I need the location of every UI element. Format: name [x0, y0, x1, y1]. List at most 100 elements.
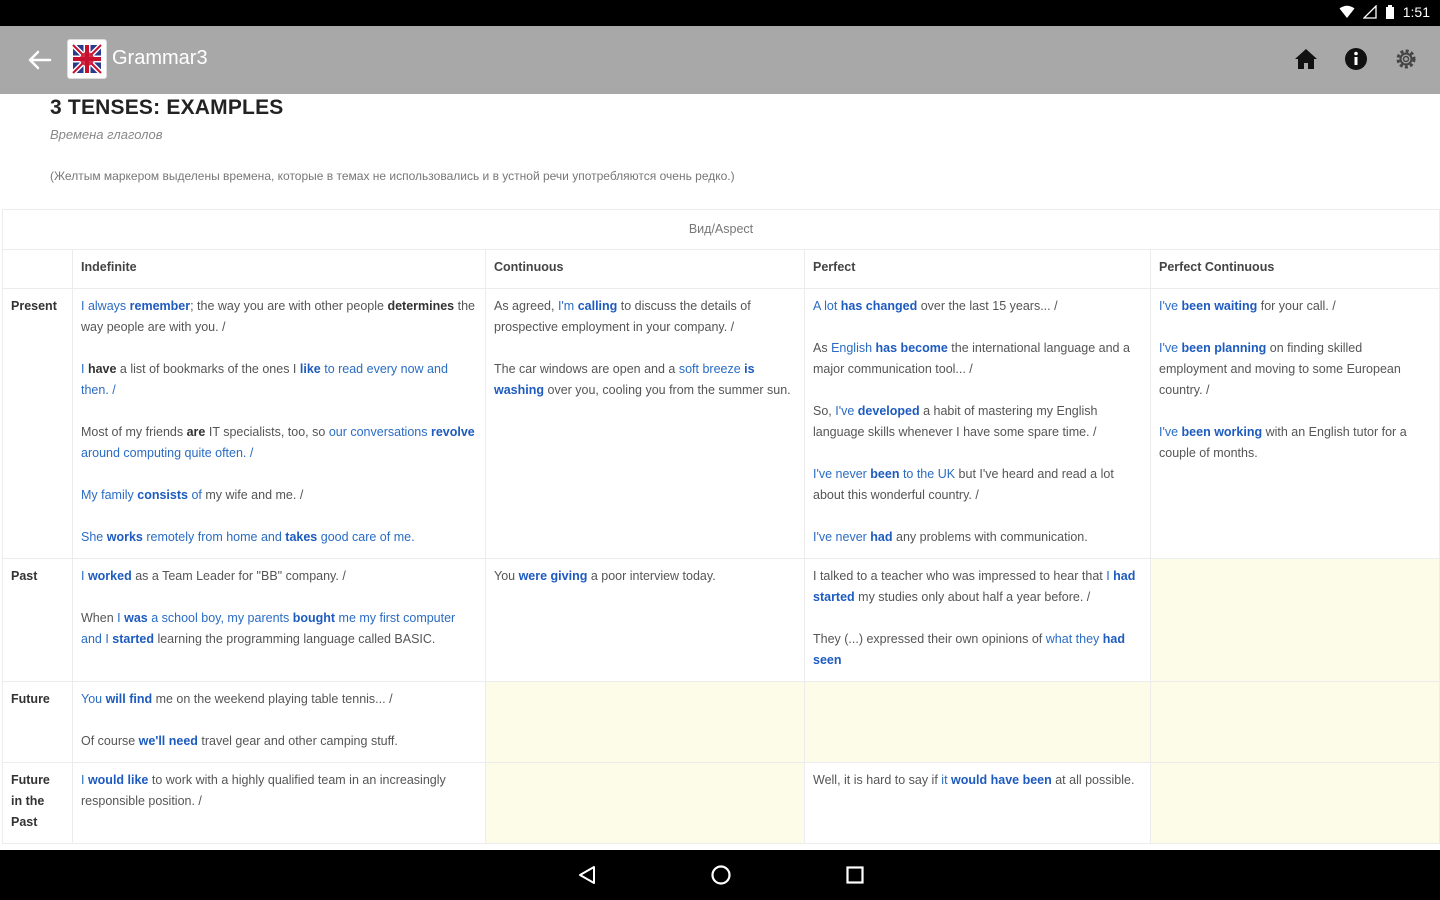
gear-icon[interactable] — [1392, 45, 1420, 73]
sentence-fragment: at all possible. — [1051, 773, 1135, 787]
example-sentence[interactable]: My family consists of my wife and me. / — [81, 485, 477, 506]
sentence-fragment: it — [941, 773, 952, 787]
sentence-fragment: I always — [81, 299, 130, 313]
example-sentence[interactable]: I talked to a teacher who was impressed … — [813, 566, 1142, 608]
sentence-fragment: learning the programming language called… — [153, 632, 436, 646]
sentence-fragment: English — [831, 341, 876, 355]
app-logo — [67, 39, 107, 79]
sentence-fragment: as a Team Leader for "BB" company. / — [131, 569, 346, 583]
nav-recents-icon[interactable] — [843, 863, 867, 887]
sentence-fragment: me on the weekend playing table tennis..… — [152, 692, 393, 706]
wifi-icon — [1339, 5, 1355, 18]
example-sentence[interactable]: I've never been to the UK but I've heard… — [813, 464, 1142, 506]
example-sentence[interactable]: As English has become the international … — [813, 338, 1142, 380]
verb-form: calling — [577, 299, 618, 313]
column-header: Indefinite — [72, 249, 486, 289]
sentence-fragment: around computing quite often. / — [81, 446, 254, 460]
arrow-back-icon[interactable] — [24, 46, 54, 74]
example-cell — [485, 681, 805, 763]
sentence-fragment: She — [81, 530, 107, 544]
sentence-fragment: As — [813, 341, 832, 355]
sentence-fragment: A lot — [813, 299, 841, 313]
example-cell: You will find me on the weekend playing … — [72, 681, 486, 763]
sentence-fragment: over you, cooling you from the summer su… — [544, 383, 791, 397]
example-sentence[interactable]: I worked as a Team Leader for "BB" compa… — [81, 566, 477, 587]
example-sentence[interactable]: I would like to work with a highly quali… — [81, 770, 477, 812]
tenses-table: Вид/Aspect Indefinite Continuous Perfect… — [2, 209, 1440, 844]
verb-form: have — [87, 362, 117, 376]
verb-form: was — [124, 611, 148, 625]
app-bar: Grammar3 — [0, 26, 1440, 94]
sentence-fragment: over the last 15 years... / — [917, 299, 1058, 313]
sentence-fragment: to the UK — [899, 467, 956, 481]
example-cell — [1150, 681, 1440, 763]
verb-form: works — [106, 530, 143, 544]
home-icon[interactable] — [1292, 45, 1320, 73]
sentence-fragment: my studies only about half a year before… — [854, 590, 1091, 604]
example-sentence[interactable]: As agreed, I'm calling to discuss the de… — [494, 296, 796, 338]
sentence-fragment: I talked to a teacher who was impressed … — [813, 569, 1107, 583]
verb-form: would like — [87, 773, 149, 787]
sentence-fragment: I — [81, 569, 88, 583]
example-sentence[interactable]: A lot has changed over the last 15 years… — [813, 296, 1142, 317]
sentence-fragment: I've — [1159, 425, 1182, 439]
info-icon[interactable] — [1342, 45, 1370, 73]
row-label: Future in the Past — [2, 762, 73, 844]
example-cell: I worked as a Team Leader for "BB" compa… — [72, 558, 486, 682]
sentence-fragment: our conversations — [328, 425, 431, 439]
sentence-fragment: remotely from home and — [142, 530, 286, 544]
example-sentence[interactable]: Most of my friends are IT specialists, t… — [81, 422, 477, 464]
example-sentence[interactable]: The car windows are open and a soft bree… — [494, 359, 796, 401]
example-sentence[interactable]: I've been working with an English tutor … — [1159, 422, 1431, 464]
example-sentence[interactable]: You will find me on the weekend playing … — [81, 689, 477, 710]
content-area[interactable]: 3 TENSES: EXAMPLES Времена глаголов (Жел… — [0, 94, 1440, 850]
nav-home-icon[interactable] — [709, 863, 733, 887]
example-sentence[interactable]: So, I've developed a habit of mastering … — [813, 401, 1142, 443]
example-sentence[interactable]: When I was a school boy, my parents boug… — [81, 608, 477, 650]
sentence-fragment: of — [187, 488, 202, 502]
verb-form: are — [186, 425, 206, 439]
sentence-fragment: my wife and me. / — [201, 488, 304, 502]
aspect-header: Вид/Aspect — [2, 209, 1440, 250]
verb-form: takes — [285, 530, 318, 544]
example-sentence[interactable]: I have a list of bookmarks of the ones I… — [81, 359, 477, 401]
verb-form: revolve — [430, 425, 475, 439]
verb-form: consists — [137, 488, 188, 502]
status-time: 1:51 — [1402, 4, 1430, 20]
page-note: (Желтым маркером выделены времена, котор… — [50, 169, 735, 183]
example-cell: I talked to a teacher who was impressed … — [804, 558, 1151, 682]
example-sentence[interactable]: You were giving a poor interview today. — [494, 566, 796, 587]
verb-form: worked — [87, 569, 132, 583]
example-sentence[interactable]: They (...) expressed their own opinions … — [813, 629, 1142, 671]
sentence-fragment: I've — [835, 404, 858, 418]
corner-cell — [2, 249, 73, 289]
verb-form: been working — [1181, 425, 1263, 439]
example-sentence[interactable]: I've never had any problems with communi… — [813, 527, 1142, 548]
example-sentence[interactable]: Well, it is hard to say if it would have… — [813, 770, 1142, 791]
example-sentence[interactable]: She works remotely from home and takes g… — [81, 527, 477, 548]
table-row: Present I always remember; the way you ar… — [2, 288, 1440, 559]
verb-form: has become — [875, 341, 948, 355]
column-header: Perfect Continuous — [1150, 249, 1440, 289]
sentence-fragment: When — [81, 611, 118, 625]
example-sentence[interactable]: Of course we'll need travel gear and oth… — [81, 731, 477, 752]
status-bar: 1:51 — [0, 0, 1440, 26]
verb-form: bought — [292, 611, 336, 625]
page-title: 3 TENSES: EXAMPLES — [50, 96, 284, 119]
nav-back-icon[interactable] — [575, 863, 599, 887]
sentence-fragment: The car windows are open and a — [494, 362, 679, 376]
verb-form: determines — [387, 299, 455, 313]
sentence-fragment: a school boy, my parents — [147, 611, 293, 625]
nav-bar — [0, 850, 1440, 900]
example-sentence[interactable]: I've been planning on finding skilled em… — [1159, 338, 1431, 401]
sentence-fragment: I've never — [813, 530, 871, 544]
example-sentence[interactable]: I've been waiting for your call. / — [1159, 296, 1431, 317]
verb-form: we'll need — [138, 734, 198, 748]
verb-form: like — [299, 362, 321, 376]
example-sentence[interactable]: I always remember; the way you are with … — [81, 296, 477, 338]
sentence-fragment: soft breeze — [678, 362, 745, 376]
row-label: Present — [2, 288, 73, 559]
example-cell: Well, it is hard to say if it would have… — [804, 762, 1151, 844]
sentence-fragment: I've never — [813, 467, 871, 481]
sentence-fragment: a list of bookmarks of the ones I — [116, 362, 300, 376]
